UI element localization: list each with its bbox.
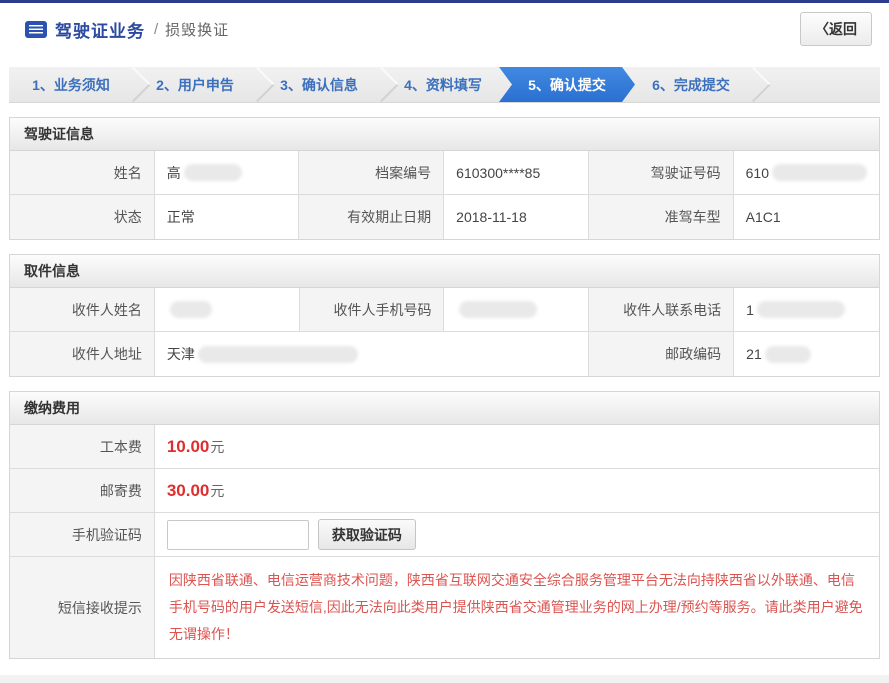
recipient-address-value: 天津 <box>155 332 590 376</box>
page-title: 驾驶证业务 <box>55 17 145 42</box>
recipient-mobile-value <box>444 288 589 332</box>
pickup-section-title: 取件信息 <box>10 255 879 288</box>
step-5-confirm-submit-active: 5、确认提交 <box>499 67 635 102</box>
get-sms-code-button[interactable]: 获取验证码 <box>318 519 416 550</box>
step-1-business-notice: 1、业务须知 <box>9 67 133 102</box>
valid-until-label: 有效期止日期 <box>299 195 444 239</box>
vehicle-type-label: 准驾车型 <box>589 195 734 239</box>
step-2-user-declaration: 2、用户申告 <box>133 67 257 102</box>
name-text: 高 <box>167 163 181 183</box>
recipient-address-label: 收件人地址 <box>10 332 155 376</box>
recipient-name-label: 收件人姓名 <box>10 288 155 332</box>
redacted-value <box>198 346 358 363</box>
step-label: 4、资料填写 <box>404 75 482 95</box>
step-label: 1、业务须知 <box>32 75 110 95</box>
page: 驾驶证业务 / 损毁换证 〈返回 1、业务须知 2、用户申告 3、确认信息 4、… <box>0 0 889 675</box>
postage-fee-amount: 30.00 <box>167 481 210 501</box>
back-button[interactable]: 〈返回 <box>800 12 872 46</box>
status-value: 正常 <box>155 195 300 239</box>
production-fee-label: 工本费 <box>10 425 155 469</box>
postcode-label: 邮政编码 <box>589 332 734 376</box>
breadcrumb-current: 损毁换证 <box>165 19 229 40</box>
name-value: 高 <box>155 151 300 195</box>
license-menu-icon <box>25 21 47 38</box>
currency-unit: 元 <box>210 481 224 501</box>
recipient-name-value <box>155 288 300 332</box>
step-label: 2、用户申告 <box>156 75 234 95</box>
step-4-fill-data: 4、资料填写 <box>381 67 505 102</box>
page-header: 驾驶证业务 / 损毁换证 〈返回 <box>9 3 880 55</box>
license-info-section: 驾驶证信息 姓名 高 档案编号 610300****85 驾驶证号码 610 状… <box>9 117 880 240</box>
recipient-mobile-label: 收件人手机号码 <box>300 288 445 332</box>
recipient-phone-value: 1 <box>734 288 879 332</box>
production-fee-value: 10.00 元 <box>155 425 879 469</box>
valid-until-value: 2018-11-18 <box>444 195 589 239</box>
sms-code-field: 获取验证码 <box>155 513 879 557</box>
license-section-title: 驾驶证信息 <box>10 118 879 151</box>
recipient-phone-label: 收件人联系电话 <box>589 288 734 332</box>
breadcrumb-divider: / <box>154 21 158 38</box>
postcode-text: 21 <box>746 346 762 362</box>
redacted-value <box>459 301 537 318</box>
step-label: 5、确认提交 <box>528 75 606 95</box>
status-label: 状态 <box>10 195 155 239</box>
postage-fee-label: 邮寄费 <box>10 469 155 513</box>
redacted-value <box>184 164 242 181</box>
sms-code-label: 手机验证码 <box>10 513 155 557</box>
step-label: 6、完成提交 <box>652 75 730 95</box>
license-no-text: 610 <box>746 165 769 181</box>
postage-fee-value: 30.00 元 <box>155 469 879 513</box>
sms-notice-text: 因陕西省联通、电信运营商技术问题，陕西省互联网交通安全综合服务管理平台无法向持陕… <box>169 567 865 648</box>
license-no-label: 驾驶证号码 <box>589 151 734 195</box>
sms-code-input[interactable] <box>167 520 309 550</box>
sms-notice-label: 短信接收提示 <box>10 557 155 658</box>
step-3-confirm-info: 3、确认信息 <box>257 67 381 102</box>
file-no-value: 610300****85 <box>444 151 589 195</box>
production-fee-amount: 10.00 <box>167 437 210 457</box>
step-bar-filler <box>753 67 880 102</box>
fees-section: 缴纳费用 工本费 10.00 元 邮寄费 30.00 元 手机验证码 获取验证码… <box>9 391 880 659</box>
redacted-value <box>757 301 845 318</box>
recipient-address-text: 天津 <box>167 344 195 364</box>
name-label: 姓名 <box>10 151 155 195</box>
step-6-complete-submit: 6、完成提交 <box>629 67 753 102</box>
postcode-value: 21 <box>734 332 879 376</box>
license-no-value: 610 <box>734 151 879 195</box>
recipient-phone-text: 1 <box>746 302 754 318</box>
step-wizard: 1、业务须知 2、用户申告 3、确认信息 4、资料填写 5、确认提交 6、完成提… <box>9 67 880 103</box>
step-label: 3、确认信息 <box>280 75 358 95</box>
pickup-info-section: 取件信息 收件人姓名 收件人手机号码 收件人联系电话 1 收件人地址 天津 <box>9 254 880 377</box>
sms-notice-cell: 因陕西省联通、电信运营商技术问题，陕西省互联网交通安全综合服务管理平台无法向持陕… <box>155 557 879 658</box>
fees-section-title: 缴纳费用 <box>10 392 879 425</box>
redacted-value <box>170 301 212 318</box>
vehicle-type-value: A1C1 <box>734 195 879 239</box>
file-no-label: 档案编号 <box>299 151 444 195</box>
currency-unit: 元 <box>210 437 224 457</box>
redacted-value <box>765 346 811 363</box>
redacted-value <box>772 164 867 181</box>
